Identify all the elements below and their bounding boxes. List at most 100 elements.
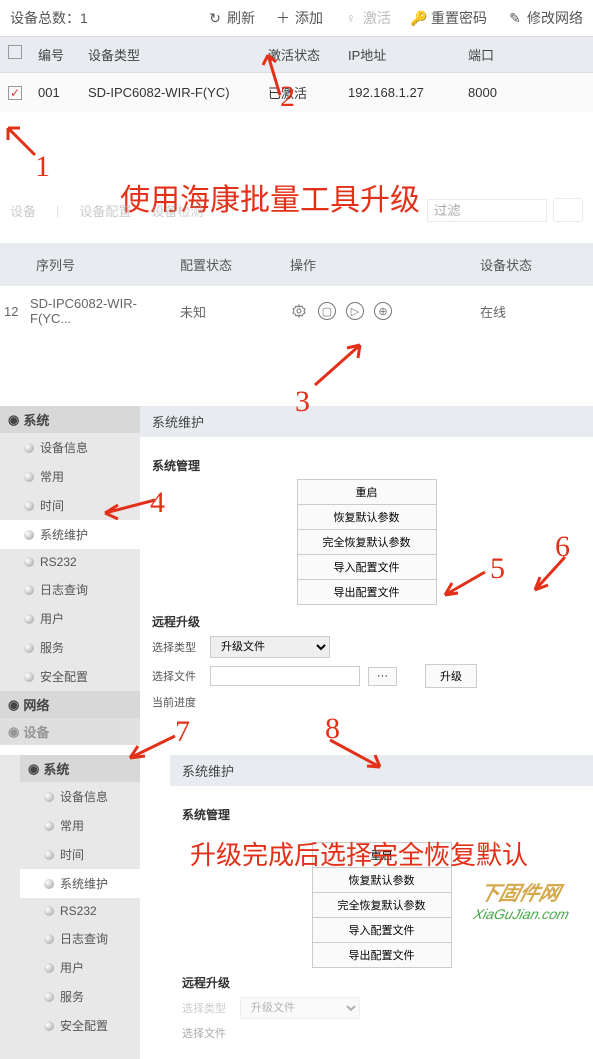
sidebar-item-devinfo[interactable]: 设备信息 [20,782,140,811]
dot-icon [44,1021,54,1031]
content-title: 系统维护 [140,406,593,437]
sidebar-item-rs232[interactable]: RS232 [0,549,140,575]
button-stack: 重启 恢复默认参数 完全恢复默认参数 导入配置文件 导出配置文件 [152,480,581,605]
sidebar-item-security[interactable]: 安全配置 [0,662,140,691]
sidebar-item-time[interactable]: 时间 [20,840,140,869]
select-all-checkbox[interactable] [8,45,22,59]
select-type-label: 选择类型 [182,1000,232,1016]
dot-icon [44,906,54,916]
tab-item[interactable]: 设备检测 [151,201,203,220]
table-row[interactable]: 001 SD-IPC6082-WIR-F(YC) 已激活 192.168.1.2… [0,73,593,112]
header-port: 端口 [460,45,520,64]
sidebar-group-network[interactable]: ◉网络 [0,691,140,718]
sidebar-item-maintenance[interactable]: 系统维护 [0,520,140,549]
sidebar-item-devinfo[interactable]: 设备信息 [0,433,140,462]
annotation-1: 1 [35,150,50,184]
cell-idx: 12 [0,304,20,319]
dot-icon [44,879,54,889]
full-restore-button[interactable]: 完全恢复默认参数 [297,529,437,555]
restore-button[interactable]: 恢复默认参数 [297,504,437,530]
dot-icon [44,850,54,860]
toolbar: 设备总数：1 ↻刷新 ＋添加 ♀激活 🔑重置密码 ✎修改网络 [0,0,593,36]
reboot-button[interactable]: 重启 [312,842,452,868]
search-button[interactable] [553,198,583,222]
sidebar-item-log[interactable]: 日志查询 [20,924,140,953]
watermark-text: 下固件网 [477,883,563,905]
monitor-icon[interactable]: ▢ [318,302,336,320]
export-button[interactable]: 导出配置文件 [312,942,452,968]
upgrade-title: 远程升级 [152,613,581,630]
progress-label: 当前进度 [152,694,202,710]
header-serial: 序列号 [0,255,170,274]
sidebar-item-service[interactable]: 服务 [20,982,140,1011]
config-panel-1: ◉系统 设备信息 常用 时间 系统维护 RS232 日志查询 用户 服务 安全配… [0,406,593,745]
device-list-panel: 设备总数：1 ↻刷新 ＋添加 ♀激活 🔑重置密码 ✎修改网络 编号 设备类型 激… [0,0,593,112]
sidebar-group-system[interactable]: ◉系统 [0,406,140,433]
sidebar-item-user[interactable]: 用户 [0,604,140,633]
gear-icon[interactable] [290,302,308,320]
tab-item[interactable]: 设备配置 [79,201,131,220]
total-label: 设备总数： [10,10,80,26]
total-value: 1 [80,10,88,26]
play-icon[interactable]: ▷ [346,302,364,320]
select-file-label: 选择文件 [152,668,202,684]
tab-item[interactable]: 设备 [10,201,36,220]
content-area: 系统维护 系统管理 重启 恢复默认参数 完全恢复默认参数 导入配置文件 导出配置… [140,406,593,745]
header-cfg: 配置状态 [170,255,280,274]
header-dev: 设备状态 [470,255,550,274]
sidebar-item-log[interactable]: 日志查询 [0,575,140,604]
row-checkbox[interactable] [8,86,22,100]
dot-icon [24,585,34,595]
import-button[interactable]: 导入配置文件 [312,917,452,943]
upgrade-button[interactable]: 升级 [425,664,477,688]
globe-small-icon: ◉ [8,412,19,428]
restore-button[interactable]: 恢复默认参数 [312,867,452,893]
sidebar-item-rs232[interactable]: RS232 [20,898,140,924]
plus-icon: ＋ [275,10,291,26]
sidebar-item-security[interactable]: 安全配置 [20,1011,140,1040]
filter-input[interactable] [427,199,547,222]
sidebar-item-common[interactable]: 常用 [20,811,140,840]
table2-row[interactable]: 12 SD-IPC6082-WIR-F(YC... 未知 ▢ ▷ ⊕ 在线 [0,286,593,336]
full-restore-button[interactable]: 完全恢复默认参数 [312,892,452,918]
refresh-icon: ↻ [207,10,223,26]
sidebar-item-common[interactable]: 常用 [0,462,140,491]
cell-cfg: 未知 [170,302,280,321]
sidebar: ◉系统 设备信息 常用 时间 系统维护 RS232 日志查询 用户 服务 安全配… [0,406,140,745]
sidebar-group-system[interactable]: ◉系统 [20,755,140,782]
header-status: 激活状态 [260,45,340,64]
watermark-url: XiaGuJian.com [472,906,571,922]
type-select[interactable]: 升级文件 [210,636,330,658]
cell-status: 已激活 [260,83,340,102]
refresh-button[interactable]: ↻刷新 [207,8,255,28]
file-input[interactable] [210,666,360,686]
dot-icon [24,643,34,653]
sidebar-group-other[interactable]: ◉设备 [0,718,140,745]
dot-icon [24,472,34,482]
browse-button[interactable]: ··· [368,667,397,686]
sidebar-item-service[interactable]: 服务 [0,633,140,662]
dot-icon [24,501,34,511]
dot-icon [24,530,34,540]
activate-button[interactable]: ♀激活 [343,8,391,28]
dot-icon [44,992,54,1002]
sidebar-item-user[interactable]: 用户 [20,953,140,982]
type-select[interactable]: 升级文件 [240,997,360,1019]
cell-ip: 192.168.1.27 [340,85,460,100]
mgmt-title: 系统管理 [182,806,581,823]
add-button[interactable]: ＋添加 [275,8,323,28]
sidebar-item-maintenance[interactable]: 系统维护 [20,869,140,898]
sidebar: ◉系统 设备信息 常用 时间 系统维护 RS232 日志查询 用户 服务 安全配… [0,755,140,1059]
cell-dev: 在线 [470,302,550,321]
reboot-button[interactable]: 重启 [297,479,437,505]
globe-icon[interactable]: ⊕ [374,302,392,320]
modify-network-button[interactable]: ✎修改网络 [507,8,583,28]
import-button[interactable]: 导入配置文件 [297,554,437,580]
sidebar-item-time[interactable]: 时间 [0,491,140,520]
annotation-arrow-3 [310,340,370,390]
dot-icon [44,963,54,973]
watermark: 下固件网 XiaGuJian.com [472,877,579,922]
export-button[interactable]: 导出配置文件 [297,579,437,605]
dot-icon [24,614,34,624]
reset-password-button[interactable]: 🔑重置密码 [411,8,487,28]
